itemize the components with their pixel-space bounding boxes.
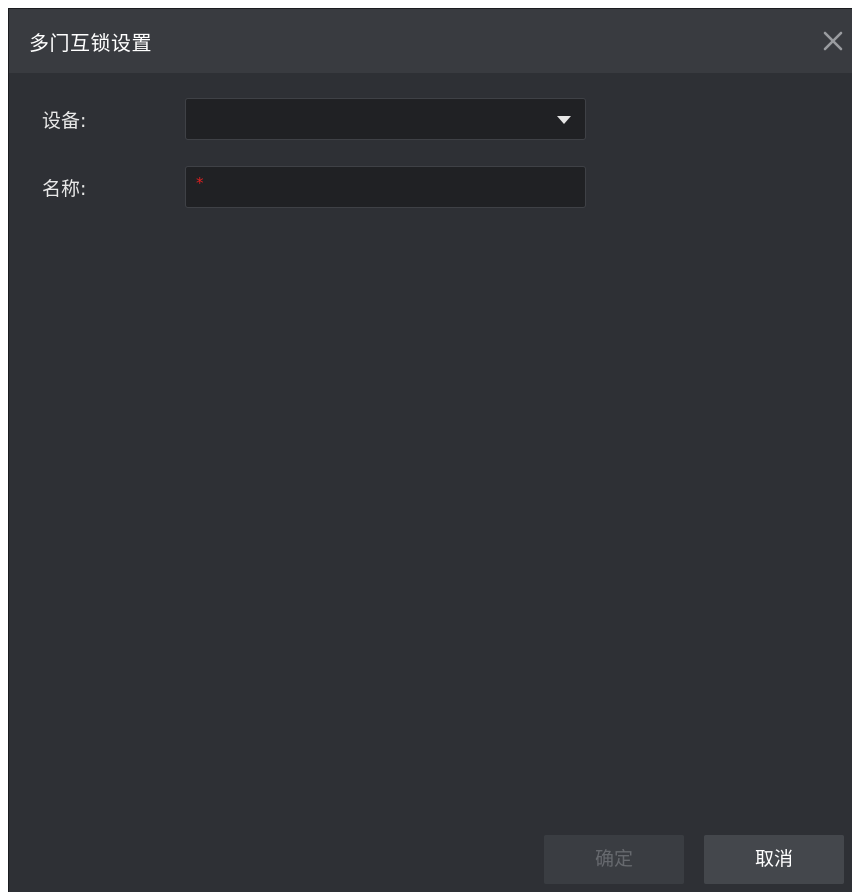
- dialog-title: 多门互锁设置: [29, 31, 152, 55]
- multi-door-interlock-dialog: 多门互锁设置 设备: 名称: * 确定 取消: [8, 8, 852, 892]
- device-label: 设备:: [42, 110, 87, 132]
- name-input[interactable]: [208, 167, 578, 207]
- required-mark: *: [196, 174, 204, 192]
- device-select[interactable]: [185, 98, 586, 140]
- dialog-titlebar: 多门互锁设置: [9, 9, 852, 73]
- cancel-button[interactable]: 取消: [704, 835, 844, 884]
- name-field-wrapper: *: [185, 166, 586, 208]
- close-icon: [823, 31, 843, 51]
- chevron-down-icon: [557, 116, 571, 124]
- close-button[interactable]: [816, 24, 850, 58]
- ok-button[interactable]: 确定: [544, 835, 684, 884]
- name-label: 名称:: [42, 178, 87, 200]
